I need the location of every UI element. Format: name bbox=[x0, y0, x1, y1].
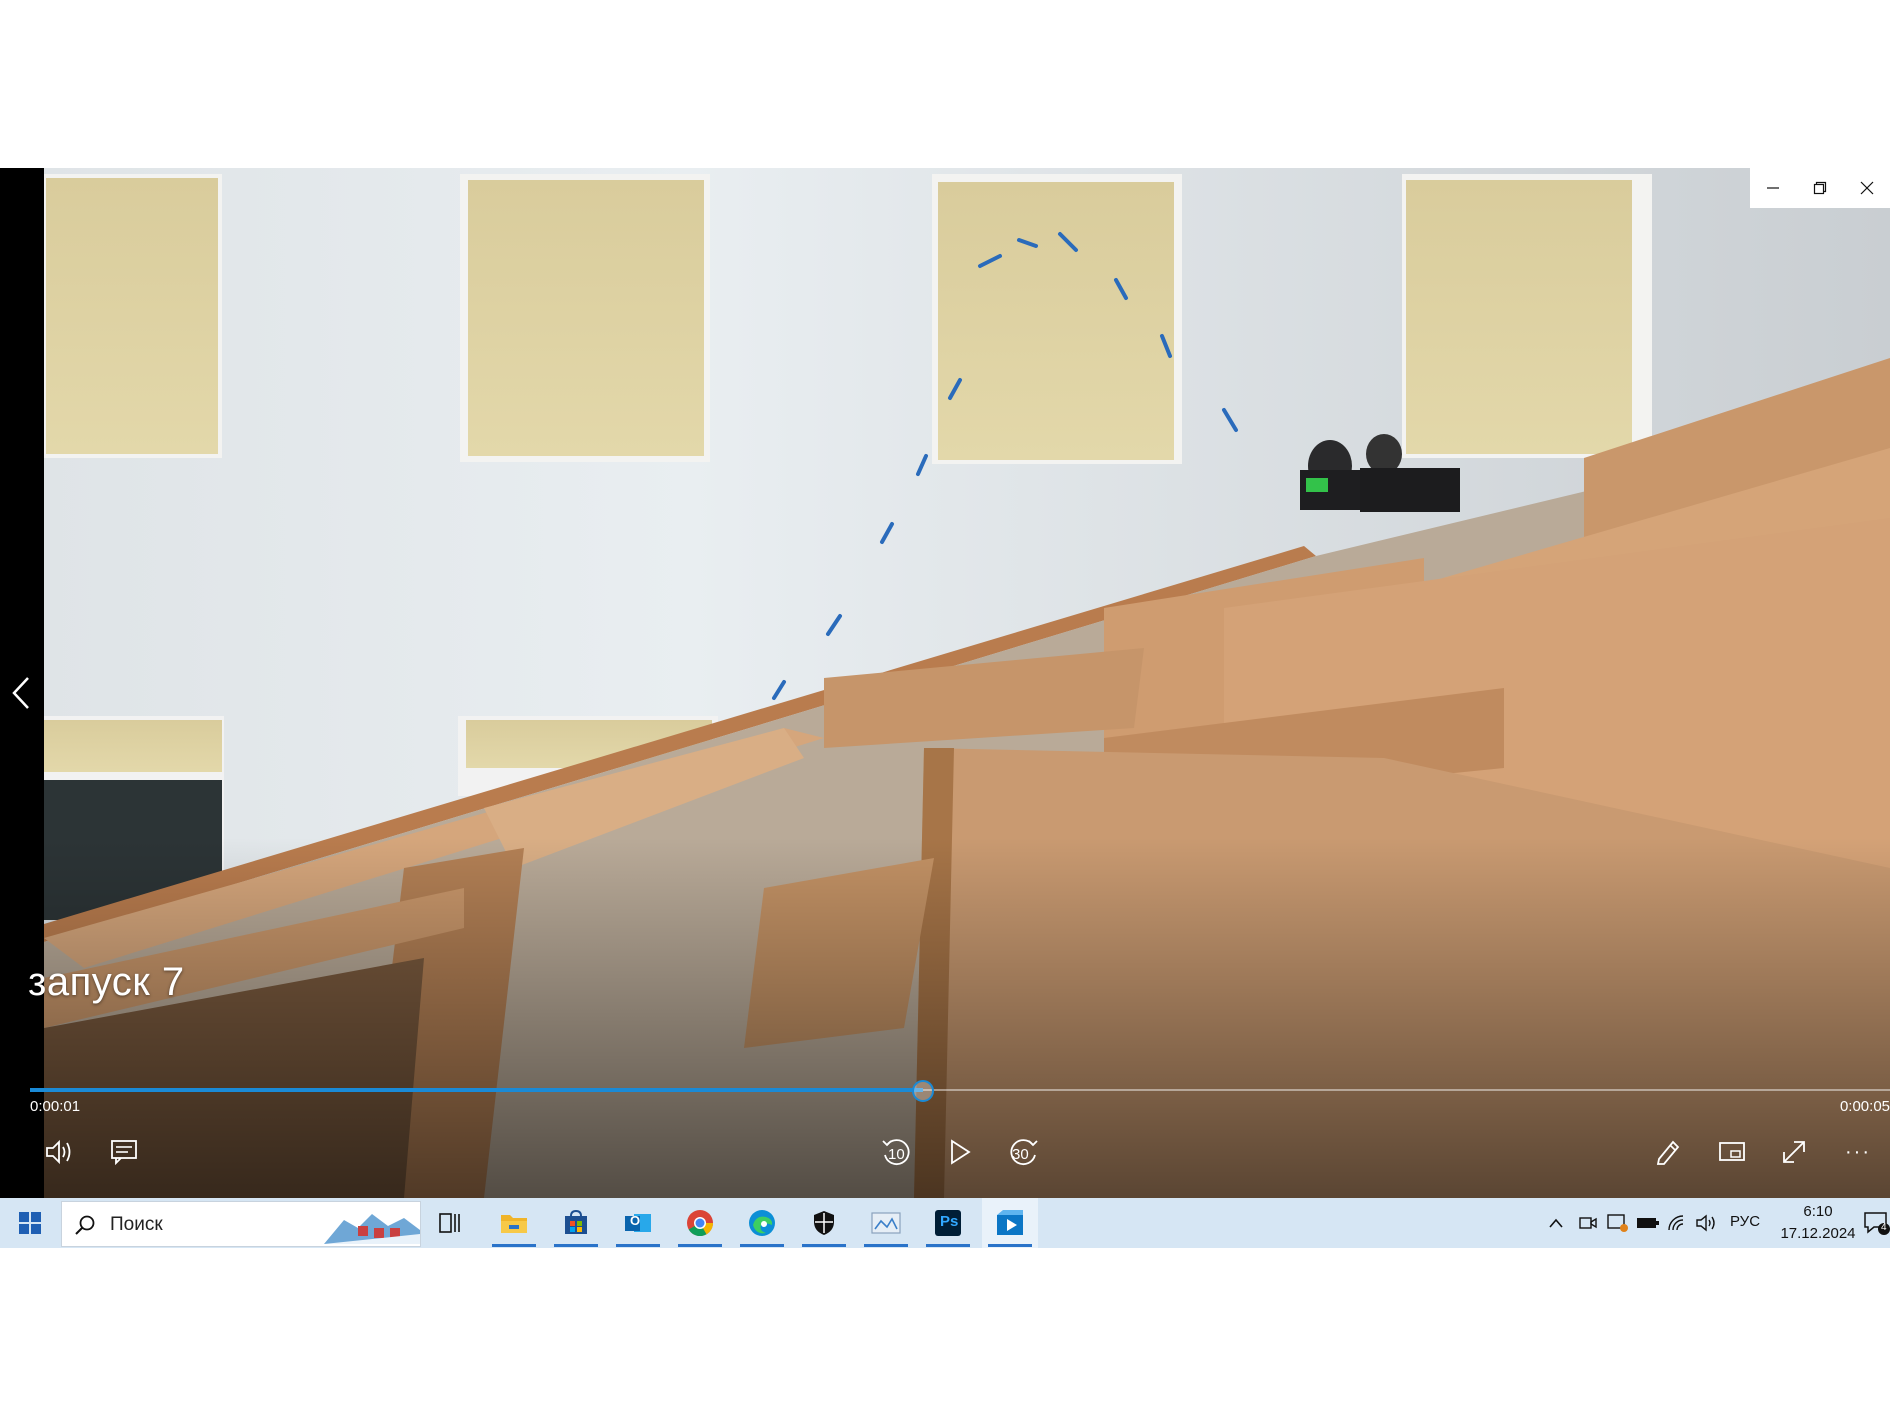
battery-icon bbox=[1637, 1218, 1659, 1228]
meet-now-button[interactable] bbox=[1576, 1211, 1600, 1235]
clock-time: 6:10 bbox=[1803, 1203, 1833, 1220]
wifi-icon bbox=[1668, 1215, 1684, 1231]
store-icon bbox=[565, 1210, 587, 1234]
show-hidden-icons-button[interactable] bbox=[1544, 1211, 1568, 1235]
edge-button[interactable] bbox=[734, 1198, 790, 1248]
network-app-icon bbox=[1607, 1214, 1628, 1232]
total-time: 0:00:05 bbox=[1839, 1098, 1890, 1115]
skip-forward-30-button[interactable]: 30 bbox=[1002, 1130, 1046, 1174]
speaker-icon bbox=[1696, 1214, 1715, 1232]
image-viewer-button[interactable] bbox=[858, 1198, 914, 1248]
edge-icon bbox=[749, 1210, 775, 1236]
windows-taskbar: Поиск O Ps РУС 6:10 17.12.2024 4 bbox=[0, 1198, 1890, 1248]
notification-center-button[interactable]: 4 bbox=[1862, 1209, 1890, 1237]
search-highlight-illustration-icon bbox=[324, 1214, 420, 1244]
video-frame[interactable] bbox=[44, 168, 1890, 1198]
image-viewer-icon bbox=[871, 1212, 901, 1234]
fullscreen-button[interactable] bbox=[1772, 1130, 1816, 1174]
windows-security-button[interactable] bbox=[796, 1198, 852, 1248]
windows-logo-icon bbox=[19, 1212, 41, 1234]
speaker-button[interactable] bbox=[1694, 1211, 1718, 1235]
restore-icon[interactable] bbox=[1797, 168, 1844, 208]
search-placeholder: Поиск bbox=[110, 1214, 163, 1235]
task-view-button[interactable] bbox=[422, 1198, 478, 1248]
search-icon bbox=[75, 1215, 95, 1235]
mini-view-icon bbox=[1719, 1142, 1745, 1161]
play-button[interactable] bbox=[938, 1130, 982, 1174]
video-title: запуск 7 bbox=[28, 960, 185, 1004]
meet-now-icon bbox=[1579, 1217, 1597, 1229]
captions-icon bbox=[111, 1140, 137, 1165]
more-icon: ··· bbox=[1845, 1140, 1871, 1163]
video-player-window: запуск 7 0:00:01 0:00:05 10 30 ··· bbox=[0, 168, 1890, 1198]
seek-progress bbox=[30, 1088, 923, 1092]
input-language[interactable]: РУС bbox=[1730, 1213, 1760, 1230]
more-button[interactable]: ··· bbox=[1836, 1130, 1880, 1174]
photoshop-button[interactable]: Ps bbox=[920, 1198, 976, 1248]
media-player-button[interactable] bbox=[982, 1198, 1038, 1248]
folder-icon bbox=[501, 1215, 527, 1233]
seek-bar[interactable] bbox=[30, 1080, 1890, 1102]
start-button[interactable] bbox=[0, 1198, 60, 1248]
wifi-button[interactable] bbox=[1666, 1211, 1690, 1235]
chrome-button[interactable] bbox=[672, 1198, 728, 1248]
shield-icon bbox=[814, 1211, 834, 1235]
skip-forward-label: 30 bbox=[1012, 1146, 1029, 1163]
seek-thumb[interactable] bbox=[911, 1080, 934, 1102]
media-player-icon bbox=[997, 1210, 1023, 1235]
fullscreen-icon bbox=[1783, 1141, 1805, 1163]
photoshop-label: Ps bbox=[940, 1213, 959, 1230]
skip-back-label: 10 bbox=[888, 1146, 905, 1163]
taskbar-clock[interactable]: 6:10 17.12.2024 bbox=[1770, 1201, 1866, 1245]
play-icon bbox=[951, 1139, 971, 1165]
captions-button[interactable] bbox=[102, 1130, 146, 1174]
network-app-button[interactable] bbox=[1606, 1211, 1630, 1235]
battery-button[interactable] bbox=[1636, 1211, 1660, 1235]
outlook-button[interactable]: O bbox=[610, 1198, 666, 1248]
outlook-label: O bbox=[630, 1213, 641, 1228]
edit-pencil-icon bbox=[1656, 1140, 1680, 1165]
notification-count: 4 bbox=[1881, 1222, 1887, 1233]
file-explorer-button[interactable] bbox=[486, 1198, 542, 1248]
edit-button[interactable] bbox=[1646, 1130, 1690, 1174]
task-view-icon bbox=[439, 1213, 460, 1233]
taskbar-search-box[interactable]: Поиск bbox=[61, 1201, 421, 1247]
minimize-icon[interactable] bbox=[1750, 168, 1797, 208]
classroom-scene-image bbox=[44, 168, 1890, 1198]
previous-chevron-left-icon[interactable] bbox=[6, 668, 36, 718]
clock-date: 17.12.2024 bbox=[1780, 1225, 1856, 1242]
microsoft-store-button[interactable] bbox=[548, 1198, 604, 1248]
close-icon[interactable] bbox=[1843, 168, 1890, 208]
window-controls bbox=[1750, 168, 1890, 208]
volume-button[interactable] bbox=[38, 1130, 82, 1174]
skip-back-10-button[interactable]: 10 bbox=[874, 1130, 918, 1174]
chrome-icon bbox=[687, 1210, 714, 1237]
mini-view-button[interactable] bbox=[1710, 1130, 1754, 1174]
current-time: 0:00:01 bbox=[30, 1098, 81, 1115]
chevron-up-icon bbox=[1549, 1218, 1563, 1228]
volume-icon bbox=[46, 1139, 71, 1165]
